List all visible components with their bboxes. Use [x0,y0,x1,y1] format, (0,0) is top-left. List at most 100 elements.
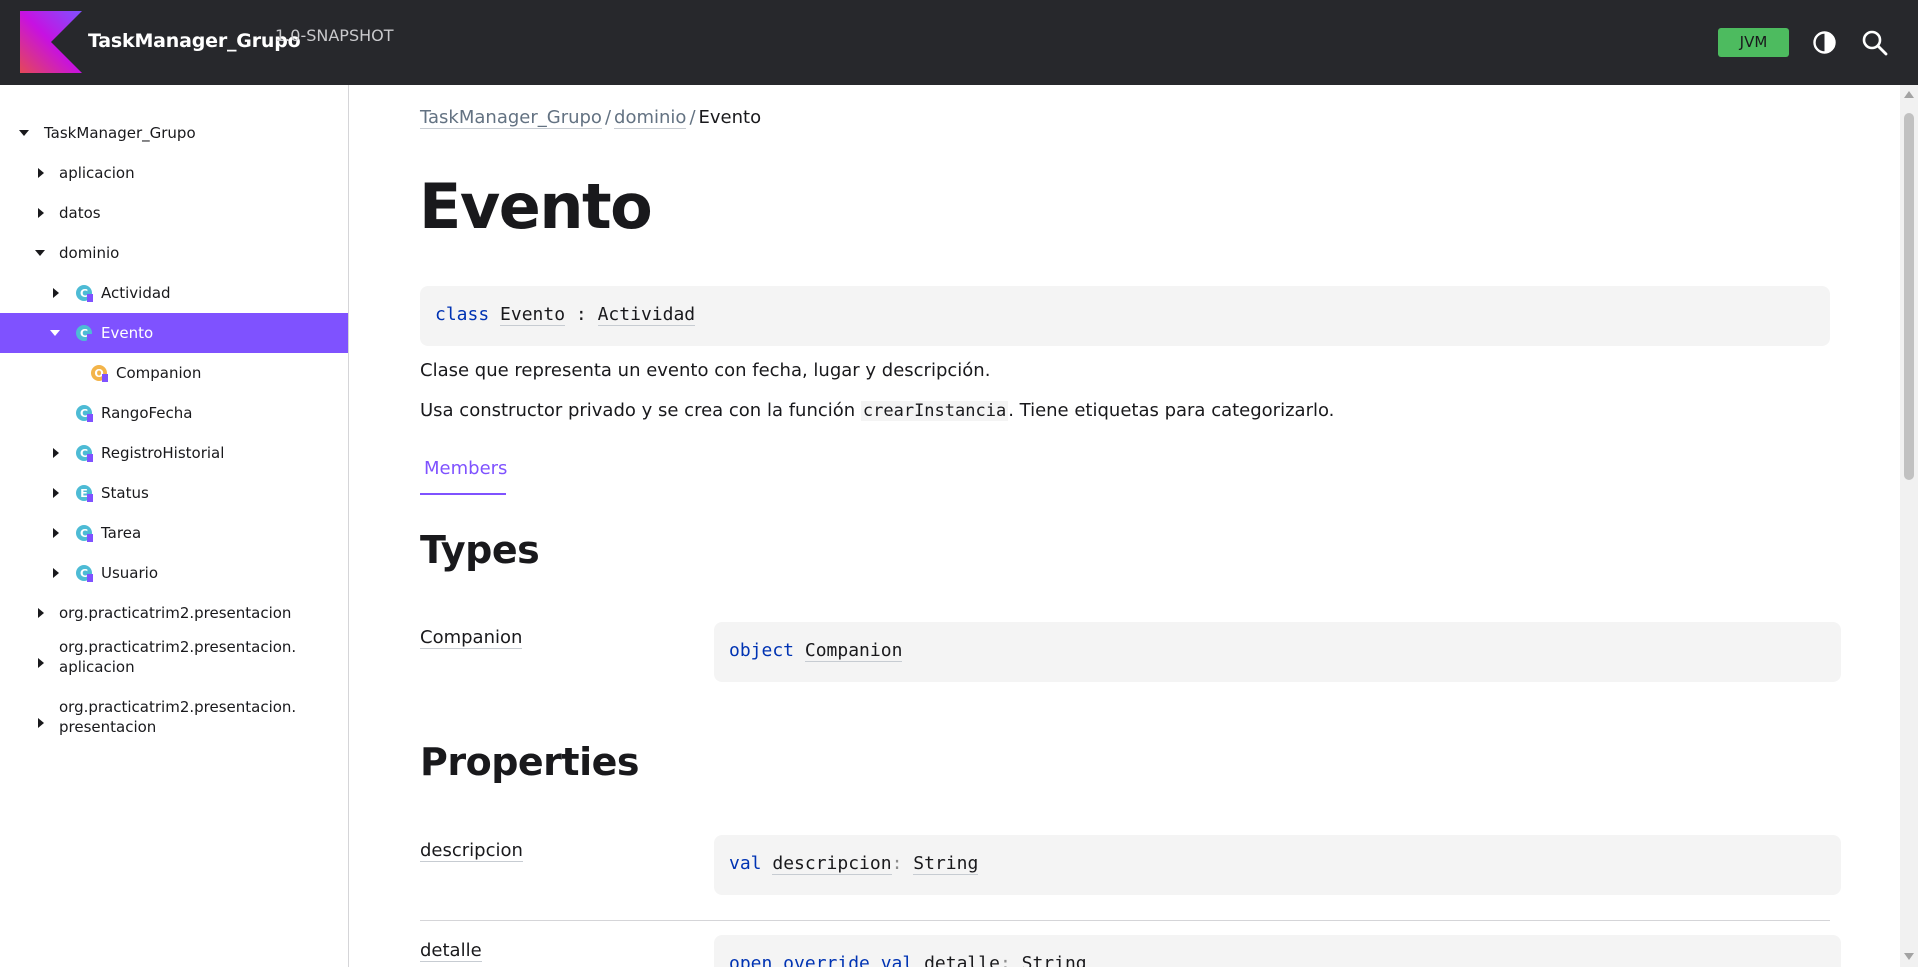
sidebar-item-label: RangoFecha [101,404,193,422]
sidebar-item-label: datos [59,204,101,222]
chevron-down-icon[interactable] [50,330,60,336]
signature-class-name[interactable]: Evento [500,304,566,326]
signature-name-link[interactable]: detalle [924,953,1000,967]
class-icon: C [76,565,93,582]
svg-text:C: C [80,407,88,420]
class-signature: class Evento : Actividad [420,286,1830,346]
class-icon: C [76,285,93,302]
sidebar-item-status[interactable]: E Status [0,473,348,513]
class-icon: C [76,405,93,422]
kotlin-logo-icon[interactable] [20,11,82,73]
section-title-types: Types [420,528,540,572]
member-signature: object Companion [714,622,1841,682]
chevron-right-icon[interactable] [53,448,59,458]
signature-line: open override val detalle: String [729,953,1087,967]
chevron-right-icon[interactable] [53,528,59,538]
chevron-right-icon[interactable] [38,168,44,178]
project-title[interactable]: TaskManager_Grupo [88,30,301,52]
signature-colon: : [575,304,587,325]
breadcrumb: TaskManager_Grupo / dominio / Evento [420,107,762,129]
scroll-down-arrow-icon[interactable] [1904,953,1914,960]
breadcrumb-link-project[interactable]: TaskManager_Grupo [420,107,602,129]
chevron-right-icon[interactable] [53,288,59,298]
class-description-detail: Usa constructor privado y se crea con la… [420,400,1334,421]
scrollbar-thumb[interactable] [1904,113,1914,480]
page-scrollbar[interactable] [1900,85,1918,967]
chevron-right-icon[interactable] [53,488,59,498]
sidebar-item-tarea[interactable]: C Tarea [0,513,348,553]
chevron-right-icon[interactable] [53,568,59,578]
sidebar-item-usuario[interactable]: C Usuario [0,553,348,593]
sidebar-item-label: org.practicatrim2.presentacion [59,604,292,622]
class-icon: E [76,485,93,502]
sidebar-item-dominio[interactable]: dominio [0,233,348,273]
section-title-properties: Properties [420,740,640,784]
sidebar-item-org-practicatrim2-presentacion-presentacion[interactable]: org.practicatrim2.presentacion. presenta… [0,693,348,753]
description-text: . Tiene etiquetas para categorizarlo. [1008,400,1335,421]
svg-text:E: E [80,487,88,500]
search-icon[interactable] [1860,28,1889,57]
sidebar-item-org-practicatrim2-presentacion-aplicacion[interactable]: org.practicatrim2.presentacion. aplicaci… [0,633,348,693]
breadcrumb-separator: / [689,107,696,128]
member-link-detalle[interactable]: detalle [420,940,482,962]
signature-name-link[interactable]: Companion [804,640,903,662]
member-signature: val descripcion: String [714,835,1841,895]
signature-supertype-link[interactable]: Actividad [597,304,696,326]
chevron-right-icon[interactable] [38,658,44,668]
member-link-companion[interactable]: Companion [420,627,523,649]
member-link-descripcion[interactable]: descripcion [420,840,523,862]
class-icon: C [76,525,93,542]
top-header: TaskManager_Grupo 1.0-SNAPSHOT JVM [0,0,1918,85]
svg-text:C: C [80,567,88,580]
project-version: 1.0-SNAPSHOT [275,26,394,45]
platform-filter-button[interactable]: JVM [1718,28,1789,57]
description-text: Usa constructor privado y se crea con la… [420,400,861,421]
main-content: TaskManager_Grupo / dominio / Evento Evento … [349,85,1900,967]
class-icon: C [76,325,93,342]
signature-keyword: class [435,304,490,325]
svg-text:C: C [80,327,88,340]
scroll-up-arrow-icon[interactable] [1904,91,1914,98]
sidebar-item-org-practicatrim2-presentacion[interactable]: org.practicatrim2.presentacion [0,593,348,633]
sidebar-item-evento[interactable]: C Evento [0,313,348,353]
breadcrumb-link-package[interactable]: dominio [614,107,687,129]
chevron-right-icon[interactable] [38,718,44,728]
tab-members[interactable]: Members [420,455,507,495]
navigation-sidebar: TaskManager_Grupo aplicacion datos domin… [0,85,349,967]
chevron-down-icon[interactable] [19,130,29,136]
chevron-down-icon[interactable] [35,250,45,256]
page-title: Evento [419,170,653,243]
breadcrumb-separator: / [604,107,612,128]
sidebar-item-taskmanager-grupo[interactable]: TaskManager_Grupo [0,113,348,153]
sidebar-item-label: Usuario [101,564,159,582]
sidebar-item-aplicacion[interactable]: aplicacion [0,153,348,193]
signature-keyword: object [729,640,795,661]
sidebar-item-label: dominio [59,244,120,262]
sidebar-item-label: Companion [116,364,202,382]
chevron-right-icon[interactable] [38,608,44,618]
class-icon: C [76,445,93,462]
svg-text:C: C [80,287,88,300]
sidebar-item-label: TaskManager_Grupo [44,124,196,142]
sidebar-item-rangofecha[interactable]: C RangoFecha [0,393,348,433]
signature-line: val descripcion: String [729,853,979,875]
signature-type-link[interactable]: String [1021,953,1087,967]
breadcrumb-current: Evento [698,107,762,128]
signature-keyword: val [729,853,762,874]
sidebar-item-datos[interactable]: datos [0,193,348,233]
signature-name-link[interactable]: descripcion [772,853,892,875]
signature-type-link[interactable]: String [913,853,979,875]
svg-text:C: C [80,447,88,460]
sidebar-item-label: org.practicatrim2.presentacion. presenta… [59,698,297,736]
sidebar-item-actividad[interactable]: C Actividad [0,273,348,313]
chevron-right-icon[interactable] [38,208,44,218]
signature-colon: : [999,953,1011,967]
signature-line: object Companion [729,640,903,662]
sidebar-item-registrohistorial[interactable]: C RegistroHistorial [0,433,348,473]
contrast-icon[interactable] [1810,28,1839,57]
signature-keyword: open override val [729,953,914,967]
row-divider [420,920,1830,921]
signature-colon: : [891,853,903,874]
sidebar-item-companion[interactable]: O Companion [0,353,348,393]
signature-line: class Evento : Actividad [435,304,696,326]
